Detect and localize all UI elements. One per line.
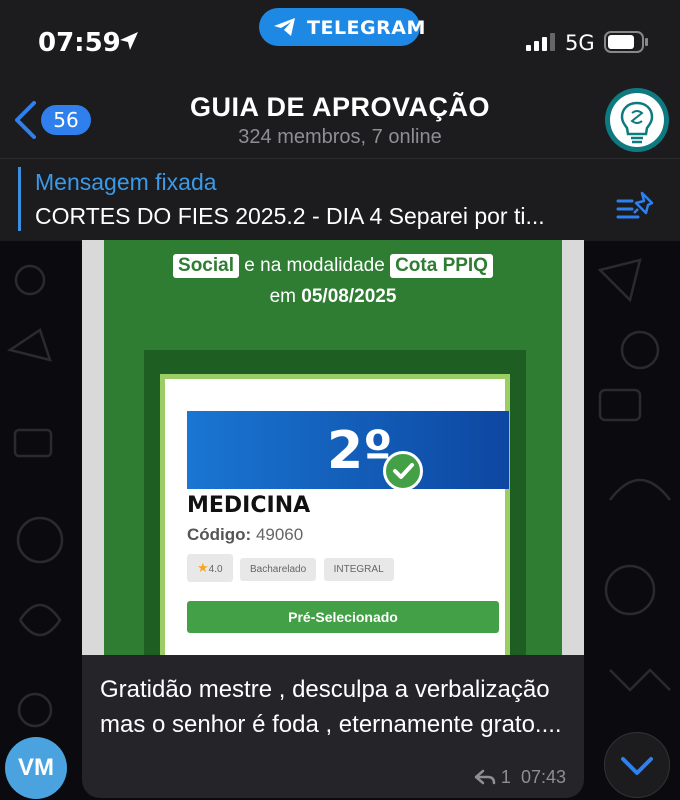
message-meta: 1 07:43 <box>474 767 566 788</box>
app-pill-label: TELEGRAM <box>307 17 426 39</box>
pinned-indicator <box>18 167 21 231</box>
chip-degree: Bacharelado <box>240 558 317 581</box>
sender-avatar[interactable]: VM <box>5 737 67 799</box>
network-type: 5G <box>565 31 595 55</box>
course-code: Código: 49060 <box>187 525 303 545</box>
photo-green-panel: Social e na modalidade Cota PPIQ em 05/0… <box>104 240 562 655</box>
signal-bars-icon <box>526 33 555 51</box>
chip-shift: INTEGRAL <box>323 558 394 581</box>
check-badge-icon <box>383 451 423 491</box>
group-avatar[interactable] <box>605 88 669 152</box>
photo-line-1-middle: e na modalidade <box>244 255 385 276</box>
result-card-border: 2º MEDICINA Código: 49060 ★4.0 Bacharela… <box>160 374 510 655</box>
status-bar: 07:59 TELEGRAM 5G <box>0 0 680 80</box>
course-name: MEDICINA <box>187 493 311 518</box>
course-code-value: 49060 <box>255 525 304 544</box>
chat-subtitle: 324 membros, 7 online <box>238 126 442 148</box>
pinned-title: Mensagem fixada <box>35 169 217 195</box>
chip-rating: ★4.0 <box>187 554 233 582</box>
tag-cota: Cota PPIQ <box>390 254 493 278</box>
result-panel: 2º MEDICINA Código: 49060 ★4.0 Bacharela… <box>144 350 526 655</box>
chip-rating-value: 4.0 <box>208 564 223 575</box>
battery-icon <box>604 31 648 53</box>
scroll-down-button[interactable] <box>604 732 670 798</box>
reply-arrow-icon[interactable] <box>474 769 496 785</box>
star-icon: ★ <box>197 560 209 575</box>
pinned-message-bar[interactable]: Mensagem fixada CORTES DO FIES 2025.2 - … <box>0 158 680 241</box>
clock: 07:59 <box>38 28 121 58</box>
chat-header: 56 GUIA DE APROVAÇÃO 324 membros, 7 onli… <box>0 80 680 158</box>
message-bubble[interactable]: Social e na modalidade Cota PPIQ em 05/0… <box>82 240 584 798</box>
lightbulb-brain-icon <box>620 101 654 144</box>
return-to-telegram-pill[interactable]: TELEGRAM <box>259 8 425 46</box>
pinned-text: CORTES DO FIES 2025.2 - DIA 4 Separei po… <box>35 203 545 229</box>
tag-social: Social <box>173 254 239 278</box>
message-photo[interactable]: Social e na modalidade Cota PPIQ em 05/0… <box>82 240 584 655</box>
photo-date: 05/08/2025 <box>301 286 397 307</box>
photo-line-1: Social e na modalidade Cota PPIQ <box>104 254 562 278</box>
telegram-plane-icon <box>274 18 295 36</box>
course-code-label: Código: <box>187 525 252 544</box>
pinned-list-icon[interactable] <box>616 189 656 223</box>
chat-title[interactable]: GUIA DE APROVAÇÃO <box>0 92 680 123</box>
location-arrow-icon <box>120 32 138 50</box>
photo-line-2: em 05/08/2025 <box>104 286 562 308</box>
course-chips: ★4.0 Bacharelado INTEGRAL <box>187 554 397 582</box>
message-text: Gratidão mestre , desculpa a verbalizaçã… <box>100 676 562 738</box>
chevron-down-icon <box>621 757 653 775</box>
reply-count: 1 <box>500 767 511 787</box>
message-time: 07:43 <box>520 767 566 787</box>
preselected-button: Pré-Selecionado <box>187 601 499 633</box>
photo-line-2-prefix: em <box>269 286 297 307</box>
rank-banner: 2º <box>187 411 509 491</box>
result-card: 2º MEDICINA Código: 49060 ★4.0 Bacharela… <box>165 379 509 655</box>
